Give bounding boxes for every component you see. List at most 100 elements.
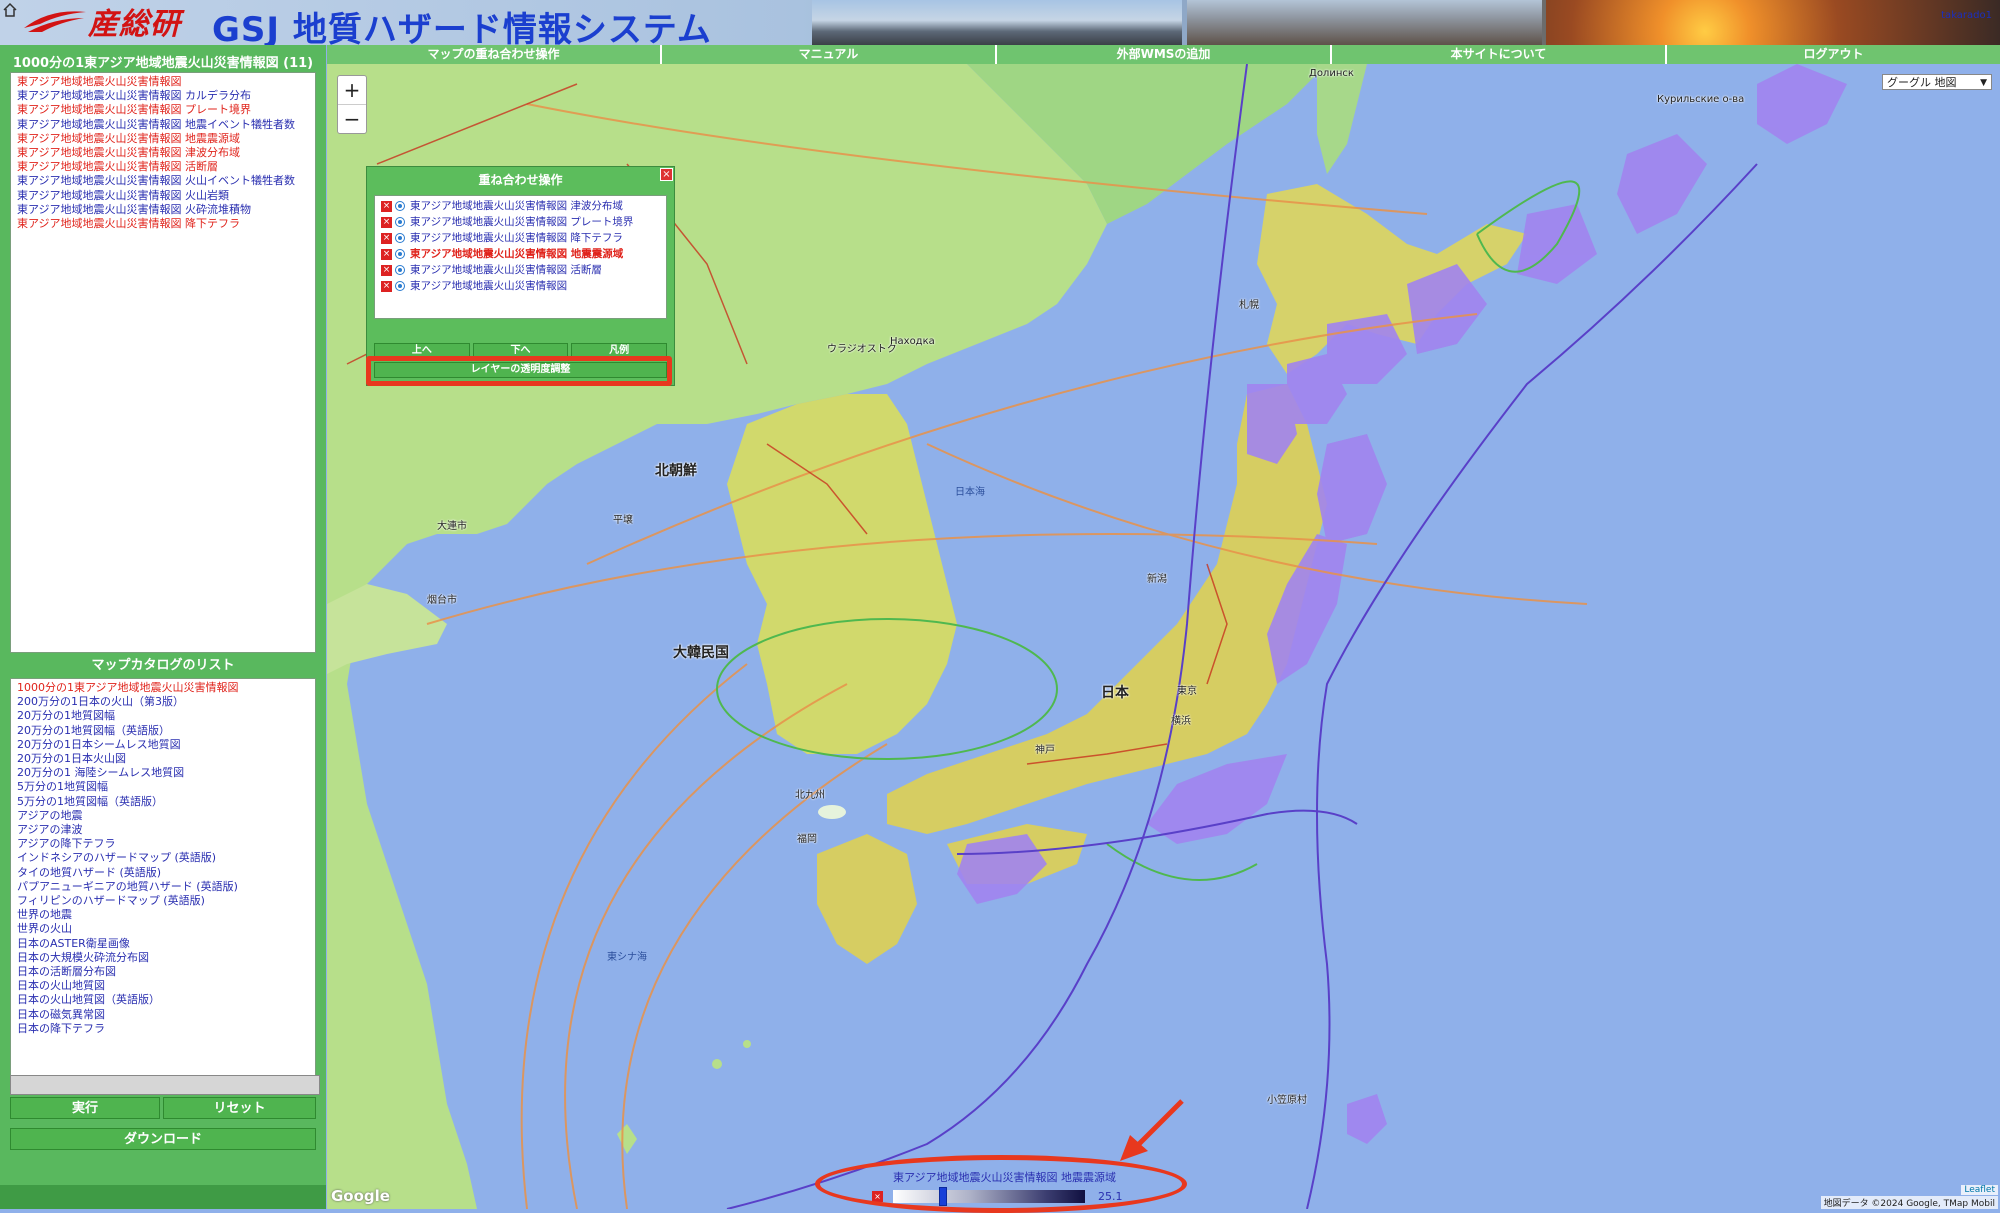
opacity-slider[interactable] <box>893 1187 1085 1206</box>
reset-button[interactable]: リセット <box>163 1097 316 1119</box>
map-label-kitakyushu: 北九州 <box>795 790 825 801</box>
layer-list-item[interactable]: 東アジア地域地震火山災害情報図 活断層 <box>17 160 309 174</box>
map-label-sapporo: 札幌 <box>1239 300 1259 311</box>
layer-list-item[interactable]: 東アジア地域地震火山災害情報図 津波分布域 <box>17 146 309 160</box>
radio-icon[interactable] <box>395 201 405 211</box>
layer-list-item[interactable]: 東アジア地域地震火山災害情報図 プレート境界 <box>17 103 309 117</box>
map-label-vladivostok: ウラジオストク <box>827 344 897 355</box>
catalog-list-item[interactable]: 日本の大規模火砕流分布図 <box>17 951 309 965</box>
radio-icon[interactable] <box>395 217 405 227</box>
overlay-layer-name[interactable]: 東アジア地域地震火山災害情報図 津波分布域 <box>410 198 623 214</box>
menu-logout[interactable]: ログアウト <box>1667 45 2000 64</box>
catalog-list-item[interactable]: 20万分の1日本火山図 <box>17 752 309 766</box>
zoom-in-button[interactable]: + <box>338 76 366 105</box>
remove-layer-icon[interactable]: × <box>381 264 392 276</box>
catalog-list-item[interactable]: アジアの地震 <box>17 809 309 823</box>
map-label-kobe: 神戸 <box>1035 745 1055 756</box>
radio-icon[interactable] <box>395 249 405 259</box>
map-attribution: 地図データ ©2024 Google, TMap Mobil <box>1820 1196 1998 1209</box>
sidebar: 1000分の1東アジア地域地震火山災害情報図 (11) 東アジア地域地震火山災害… <box>0 45 326 1209</box>
layer-list-item[interactable]: 東アジア地域地震火山災害情報図 火山岩類 <box>17 189 309 203</box>
catalog-list-item[interactable]: アジアの津波 <box>17 823 309 837</box>
user-link[interactable]: takarado1 <box>1941 10 1992 21</box>
catalog-list-item[interactable]: 日本の火山地質図（英語版） <box>17 993 309 1007</box>
catalog-list-item[interactable]: フィリピンのハザードマップ (英語版) <box>17 894 309 908</box>
remove-layer-icon[interactable]: × <box>381 248 392 260</box>
slider-close-icon[interactable]: × <box>872 1191 883 1202</box>
catalog-list-item[interactable]: 1000分の1東アジア地域地震火山災害情報図 <box>17 681 309 695</box>
layer-list[interactable]: 東アジア地域地震火山災害情報図 東アジア地域地震火山災害情報図 カルデラ分布 東アジ… <box>10 72 316 653</box>
overlay-layer-row: × 東アジア地域地震火山災害情報図 プレート境界 <box>375 214 666 230</box>
catalog-list-item[interactable]: 日本の降下テフラ <box>17 1022 309 1036</box>
move-up-button[interactable]: 上へ <box>374 343 470 359</box>
overlay-operations-dialog: 重ね合わせ操作 × × 東アジア地域地震火山災害情報図 津波分布域 × 東アジア地域地… <box>366 166 675 386</box>
overlay-layer-name[interactable]: 東アジア地域地震火山災害情報図 地震震源域 <box>410 246 623 262</box>
catalog-list-item[interactable]: 世界の火山 <box>17 922 309 936</box>
catalog-list-item[interactable]: 日本の活断層分布図 <box>17 965 309 979</box>
catalog-list-item[interactable]: 20万分の1地質図幅 <box>17 709 309 723</box>
layer-opacity-button[interactable]: レイヤーの透明度調整 <box>374 362 667 378</box>
layer-list-item[interactable]: 東アジア地域地震火山災害情報図 火砕流堆積物 <box>17 203 309 217</box>
google-logo: Google <box>331 1187 390 1205</box>
layer-list-item[interactable]: 東アジア地域地震火山災害情報図 降下テフラ <box>17 217 309 231</box>
layer-list-item[interactable]: 東アジア地域地震火山災害情報図 カルデラ分布 <box>17 89 309 103</box>
menu-overlay-operations[interactable]: マップの重ね合わせ操作 <box>327 45 662 64</box>
catalog-list-item[interactable]: 200万分の1日本の火山（第3版） <box>17 695 309 709</box>
catalog-list-item[interactable]: 世界の地震 <box>17 908 309 922</box>
legend-button[interactable]: 凡例 <box>571 343 668 359</box>
catalog-list-item[interactable]: アジアの降下テフラ <box>17 837 309 851</box>
map-label-yantai: 烟台市 <box>427 595 457 606</box>
land-korea <box>727 394 957 754</box>
catalog-list-item[interactable]: 20万分の1 海陸シームレス地質図 <box>17 766 309 780</box>
catalog-list[interactable]: 1000分の1東アジア地域地震火山災害情報図 200万分の1日本の火山（第3版） 2… <box>10 678 316 1091</box>
site-header: 産総研 GSJ 地質ハザード情報システム takarado1 <box>0 0 2000 45</box>
catalog-list-item[interactable]: 20万分の1日本シームレス地質図 <box>17 738 309 752</box>
catalog-list-item[interactable]: タイの地質ハザード (英語版) <box>17 866 309 880</box>
catalog-list-item[interactable]: 日本のASTER衛星画像 <box>17 937 309 951</box>
catalog-list-item[interactable]: 日本の磁気異常図 <box>17 1008 309 1022</box>
radio-icon[interactable] <box>395 265 405 275</box>
map-type-select[interactable]: グーグル 地図 ▼ <box>1882 74 1992 90</box>
layer-list-item[interactable]: 東アジア地域地震火山災害情報図 地震震源域 <box>17 132 309 146</box>
overlay-layer-name[interactable]: 東アジア地域地震火山災害情報図 <box>410 278 567 294</box>
zoom-out-button[interactable]: − <box>338 105 366 133</box>
overlay-layer-list: × 東アジア地域地震火山災害情報図 津波分布域 × 東アジア地域地震火山災害情報図 プ… <box>374 195 667 319</box>
remove-layer-icon[interactable]: × <box>381 280 392 292</box>
menu-about-site[interactable]: 本サイトについて <box>1332 45 1667 64</box>
catalog-list-item[interactable]: 日本の火山地質図 <box>17 979 309 993</box>
menu-add-external-wms[interactable]: 外部WMSの追加 <box>997 45 1332 64</box>
overlay-layer-name[interactable]: 東アジア地域地震火山災害情報図 プレート境界 <box>410 214 633 230</box>
remove-layer-icon[interactable]: × <box>381 200 392 212</box>
catalog-list-item[interactable]: 20万分の1地質図幅（英語版） <box>17 724 309 738</box>
layer-list-item[interactable]: 東アジア地域地震火山災害情報図 <box>17 75 309 89</box>
opacity-slider-handle[interactable] <box>939 1187 948 1206</box>
catalog-list-item[interactable]: 5万分の1地質図幅（英語版） <box>17 795 309 809</box>
sidebar-footer <box>0 1185 326 1209</box>
site-title: GSJ 地質ハザード情報システム <box>212 10 712 45</box>
radio-icon[interactable] <box>395 233 405 243</box>
catalog-list-item[interactable]: パプアニューギニアの地質ハザード (英語版) <box>17 880 309 894</box>
execute-button[interactable]: 実行 <box>10 1097 160 1119</box>
leaflet-attribution[interactable]: Leaflet <box>1961 1185 1998 1195</box>
search-input[interactable] <box>10 1075 320 1095</box>
home-icon[interactable] <box>2 2 18 18</box>
download-button[interactable]: ダウンロード <box>10 1128 316 1150</box>
main-menu: マップの重ね合わせ操作 マニュアル 外部WMSの追加 本サイトについて ログアウ… <box>327 45 2000 64</box>
catalog-list-item[interactable]: インドネシアのハザードマップ (英語版) <box>17 851 309 865</box>
map-label-sea-of-japan: 日本海 <box>955 487 985 498</box>
map-label-dolinsk: Долинск <box>1309 68 1354 79</box>
menu-manual[interactable]: マニュアル <box>662 45 997 64</box>
layer-list-item[interactable]: 東アジア地域地震火山災害情報図 火山イベント犠牲者数 <box>17 174 309 188</box>
map-label-south-korea: 大韓民国 <box>673 645 729 661</box>
remove-layer-icon[interactable]: × <box>381 216 392 228</box>
map-label-niigata: 新潟 <box>1147 574 1167 585</box>
land-sakhalin <box>1317 64 1367 174</box>
radio-icon[interactable] <box>395 281 405 291</box>
move-down-button[interactable]: 下へ <box>472 343 569 359</box>
remove-layer-icon[interactable]: × <box>381 232 392 244</box>
layer-list-item[interactable]: 東アジア地域地震火山災害情報図 地震イベント犠牲者数 <box>17 118 309 132</box>
overlay-layer-name[interactable]: 東アジア地域地震火山災害情報図 活断層 <box>410 262 602 278</box>
catalog-list-item[interactable]: 5万分の1地質図幅 <box>17 780 309 794</box>
close-icon[interactable]: × <box>660 168 673 181</box>
overlay-layer-name[interactable]: 東アジア地域地震火山災害情報図 降下テフラ <box>410 230 623 246</box>
